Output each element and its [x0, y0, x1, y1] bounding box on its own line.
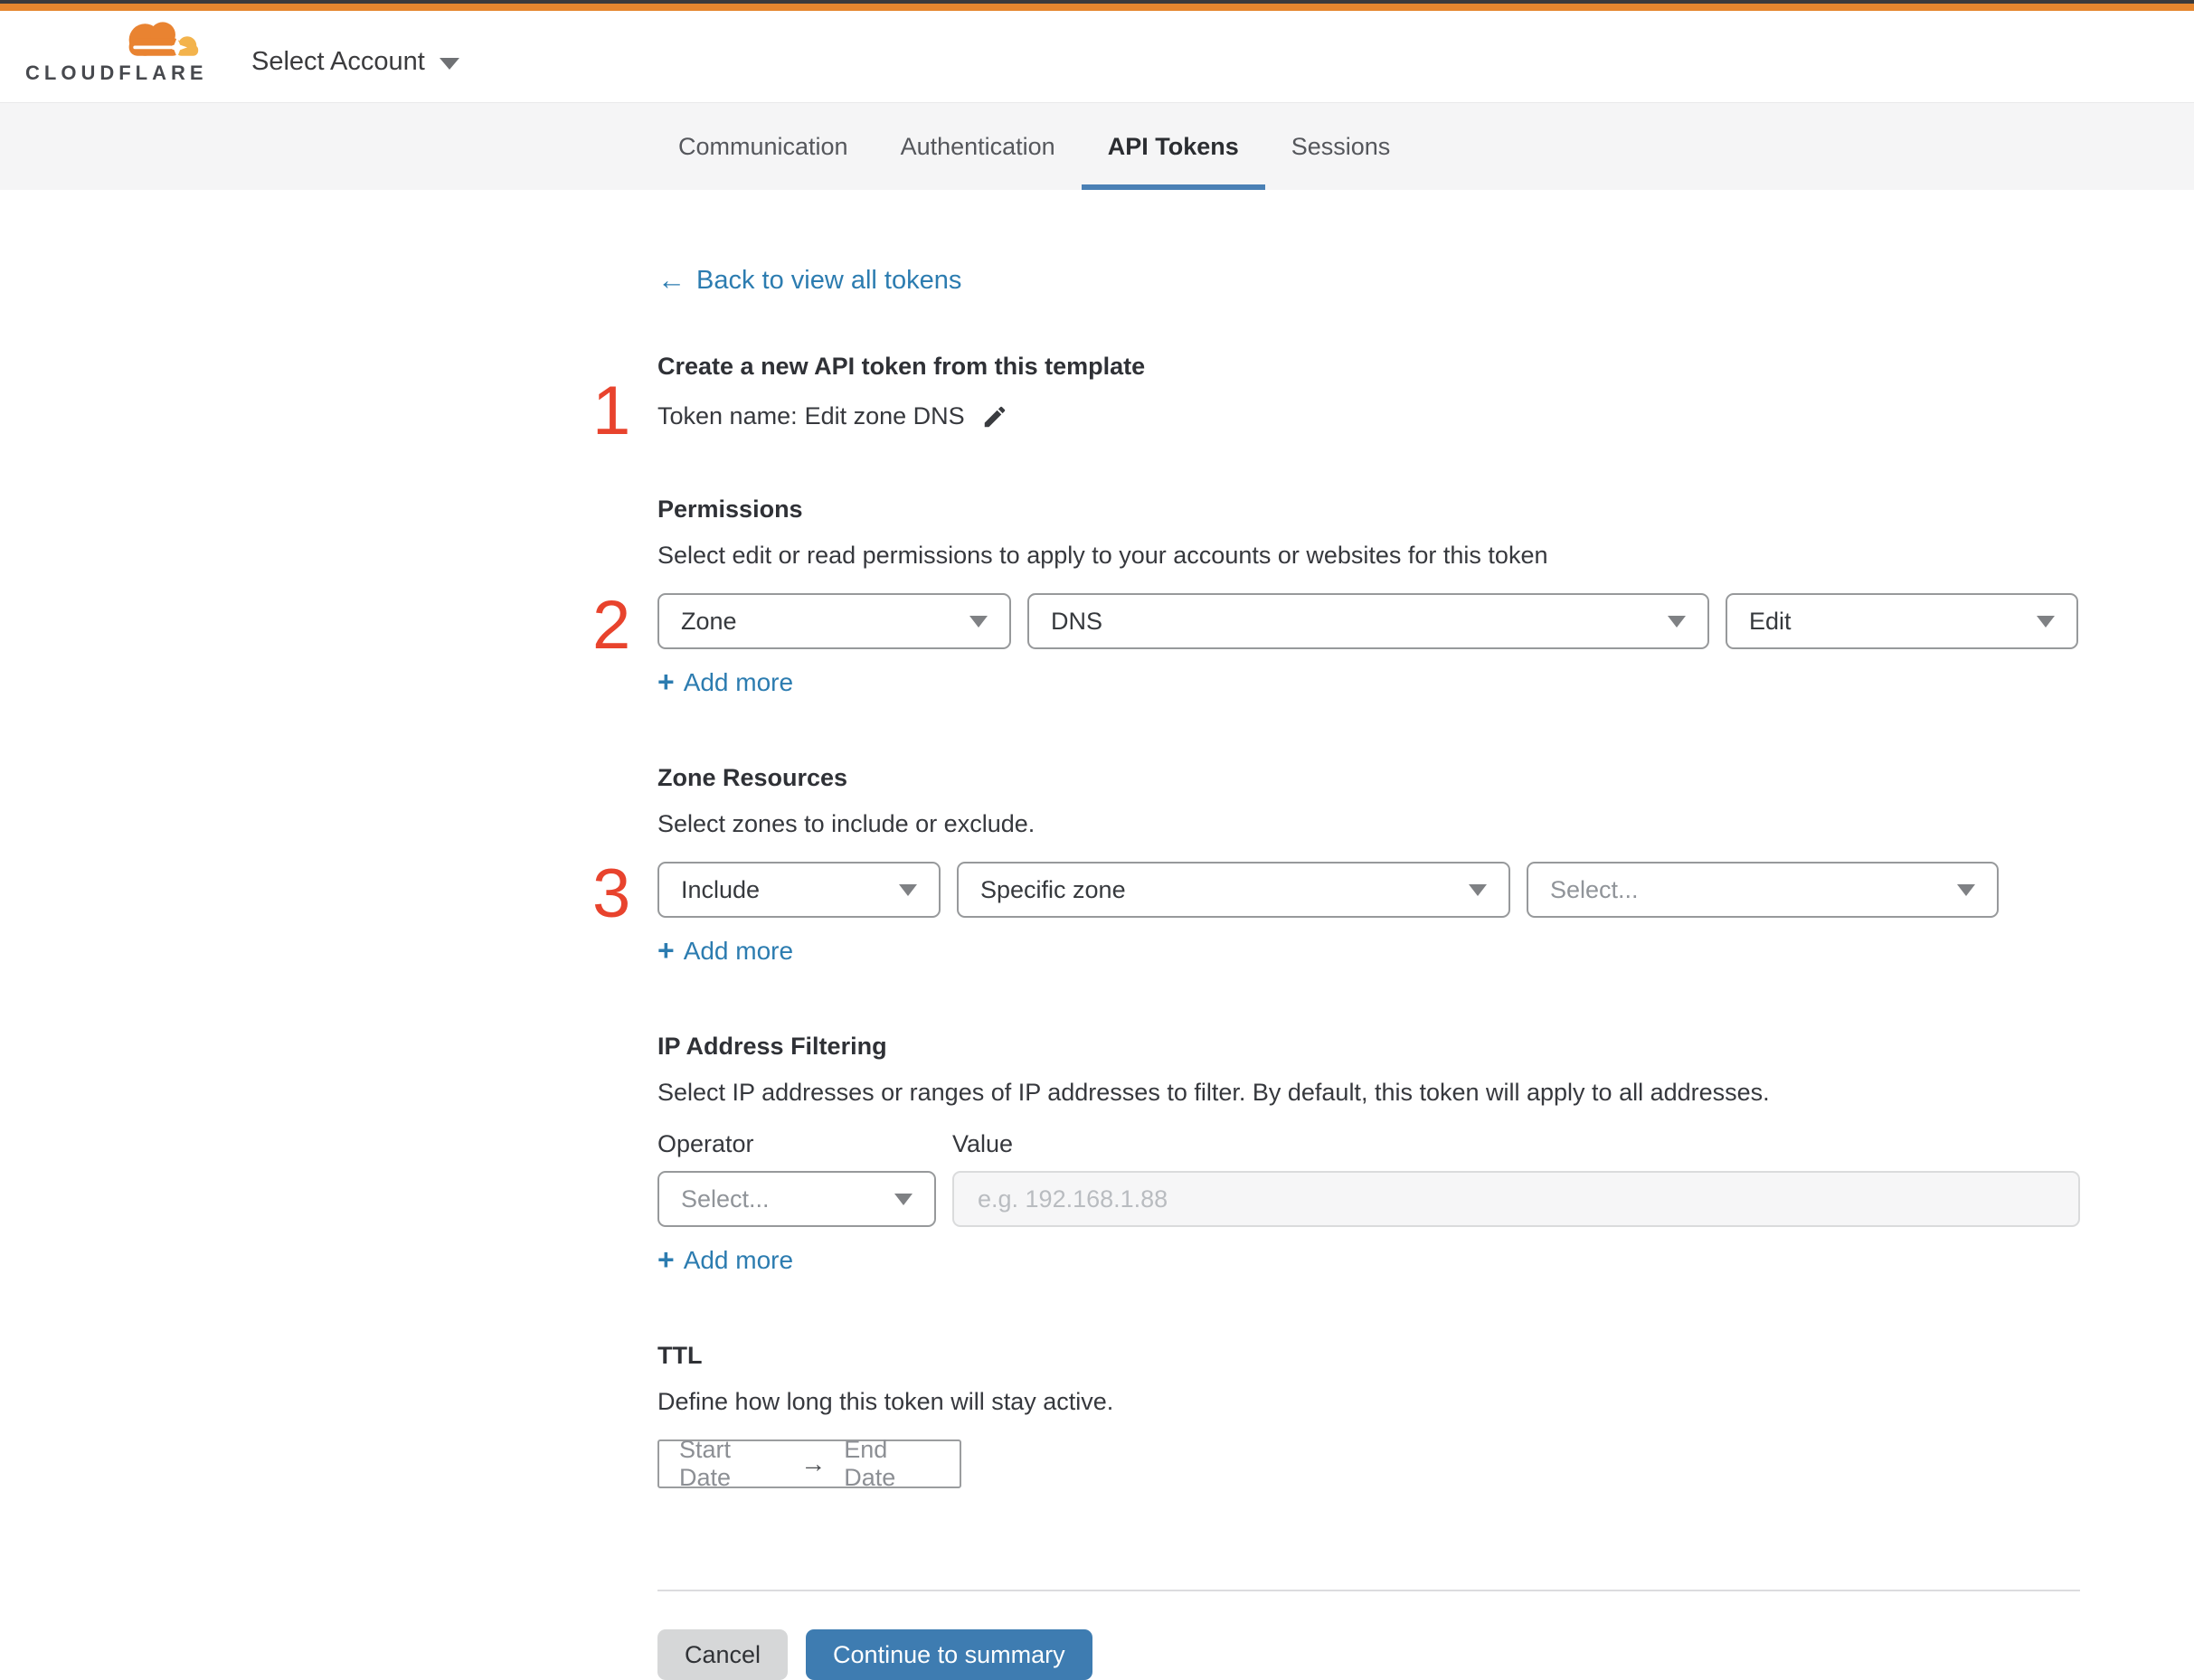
zone-resources-select-row: 3 Include Specific zone Select...: [592, 860, 2080, 929]
top-accent-bar: [0, 0, 2194, 11]
operator-label: Operator: [657, 1130, 754, 1157]
permissions-section: Permissions Select edit or read permissi…: [592, 496, 2080, 699]
token-name-value: Edit zone DNS: [804, 402, 965, 429]
caret-down-icon: [439, 58, 459, 70]
ttl-heading: TTL: [657, 1342, 703, 1369]
token-name-line: 1 Token name: Edit zone DNS: [592, 377, 2080, 446]
value-label: Value: [952, 1130, 1014, 1157]
zone-picker-placeholder: Select...: [1550, 875, 1639, 903]
permissions-heading: Permissions: [657, 496, 803, 523]
zone-mode-select[interactable]: Include: [657, 862, 941, 918]
plus-icon: +: [657, 934, 675, 967]
zone-resources-section: Zone Resources Select zones to include o…: [592, 764, 2080, 967]
back-link-label: Back to view all tokens: [696, 265, 962, 295]
ttl-date-range-picker[interactable]: Start Date → End Date: [657, 1436, 961, 1491]
tab-communication[interactable]: Communication: [652, 103, 875, 190]
tab-bar: Communication Authentication API Tokens …: [0, 102, 2194, 190]
back-arrow-icon: ←: [657, 264, 686, 296]
zone-resources-add-more-link[interactable]: + Add more: [657, 934, 793, 967]
caret-down-icon: [899, 883, 917, 896]
start-date-placeholder: Start Date: [679, 1436, 732, 1491]
permissions-add-more-link[interactable]: + Add more: [657, 665, 793, 699]
account-selector-label: Select Account: [251, 47, 425, 76]
back-link[interactable]: ← Back to view all tokens: [657, 264, 961, 297]
plus-icon: +: [657, 665, 675, 698]
tab-sessions[interactable]: Sessions: [1265, 103, 1417, 190]
caret-down-icon: [1469, 883, 1487, 896]
permission-access-value: Edit: [1749, 607, 1792, 635]
edit-pencil-icon[interactable]: [981, 403, 1008, 430]
permission-access-select[interactable]: Edit: [1726, 593, 2078, 649]
caret-down-icon: [2037, 615, 2055, 628]
permission-scope-value: Zone: [681, 607, 737, 635]
ip-value-input[interactable]: [952, 1171, 2080, 1227]
permission-scope-select[interactable]: Zone: [657, 593, 1011, 649]
app-header: CLOUDFLARE Select Account: [0, 11, 2194, 102]
caret-down-icon: [894, 1193, 913, 1205]
end-date-placeholder: End Date: [844, 1436, 896, 1491]
ip-filtering-heading: IP Address Filtering: [657, 1033, 887, 1060]
tab-authentication[interactable]: Authentication: [875, 103, 1082, 190]
step-marker-2: 2: [592, 587, 631, 664]
add-more-label: Add more: [683, 1245, 794, 1274]
account-selector[interactable]: Select Account: [251, 47, 459, 77]
operator-placeholder: Select...: [681, 1184, 770, 1213]
zone-type-select[interactable]: Specific zone: [957, 862, 1510, 918]
zone-resources-description: Select zones to include or exclude.: [657, 810, 1036, 837]
token-name-label: Token name:: [657, 402, 798, 429]
cloudflare-cloud-icon: [128, 22, 199, 58]
add-more-label: Add more: [683, 667, 794, 696]
ip-filtering-add-more-link[interactable]: + Add more: [657, 1243, 793, 1277]
caret-down-icon: [969, 615, 988, 628]
zone-resources-heading: Zone Resources: [657, 764, 848, 791]
permission-service-select[interactable]: DNS: [1027, 593, 1709, 649]
tab-api-tokens[interactable]: API Tokens: [1081, 103, 1265, 190]
token-intro-section: Create a new API token from this templat…: [592, 353, 2080, 446]
page-title: Create a new API token from this templat…: [657, 353, 1146, 380]
add-more-label: Add more: [683, 936, 794, 965]
caret-down-icon: [1668, 615, 1686, 628]
permissions-description: Select edit or read permissions to apply…: [657, 542, 1548, 569]
ip-filtering-description: Select IP addresses or ranges of IP addr…: [657, 1079, 1770, 1106]
main-content: ← Back to view all tokens Create a new A…: [592, 190, 2080, 1680]
step-marker-1: 1: [592, 373, 631, 449]
zone-picker-select[interactable]: Select...: [1527, 862, 1999, 918]
ip-filtering-section: IP Address Filtering Select IP addresses…: [657, 1033, 2080, 1277]
ip-controls-row: Select...: [657, 1171, 2080, 1227]
footer-actions: Cancel Continue to summary: [657, 1629, 2080, 1680]
ip-field-labels: Operator Value: [657, 1130, 2080, 1158]
continue-to-summary-button[interactable]: Continue to summary: [806, 1629, 1092, 1680]
step-marker-3: 3: [592, 855, 631, 932]
zone-mode-value: Include: [681, 875, 761, 903]
arrow-right-icon: →: [800, 1449, 827, 1477]
permissions-select-row: 2 Zone DNS Edit: [592, 591, 2080, 660]
plus-icon: +: [657, 1243, 675, 1276]
cloudflare-logo: CLOUDFLARE: [25, 14, 203, 85]
permission-service-value: DNS: [1051, 607, 1103, 635]
ttl-section: TTL Define how long this token will stay…: [657, 1342, 2080, 1491]
cancel-button[interactable]: Cancel: [657, 1629, 789, 1680]
footer-divider: [657, 1590, 2080, 1591]
logo-wordmark: CLOUDFLARE: [25, 61, 208, 84]
zone-type-value: Specific zone: [980, 875, 1126, 903]
caret-down-icon: [1957, 883, 1975, 896]
operator-select[interactable]: Select...: [657, 1171, 936, 1227]
ttl-description: Define how long this token will stay act…: [657, 1388, 1114, 1415]
